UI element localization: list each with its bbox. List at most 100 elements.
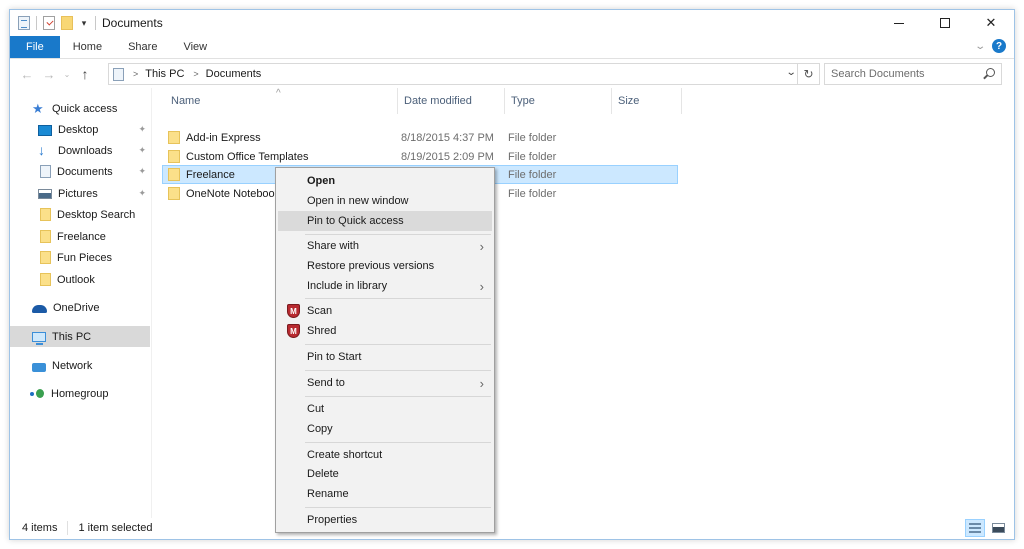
column-header-name[interactable]: Name — [162, 88, 398, 114]
column-header-type[interactable]: Type — [505, 88, 612, 114]
documents-icon — [40, 165, 51, 178]
documents-app-icon[interactable] — [18, 16, 30, 30]
file-type: File folder — [508, 150, 557, 163]
navigation-pane: ★ Quick access Desktop ✦ ↓ Downloads ✦ D… — [10, 88, 152, 518]
menu-separator — [305, 507, 491, 508]
pin-icon[interactable]: ✦ — [138, 145, 146, 156]
new-folder-icon[interactable] — [61, 16, 73, 30]
breadcrumb-separator-icon[interactable]: > — [133, 69, 138, 79]
column-header-date-modified[interactable]: Date modified — [398, 88, 505, 114]
large-icons-view-icon — [991, 523, 1005, 533]
address-bar[interactable]: > This PC > Documents ⌄ ↻ — [108, 63, 820, 85]
file-row[interactable]: Add-in Express 8/18/2015 4:37 PM File fo… — [162, 128, 678, 147]
tab-file[interactable]: File — [10, 36, 60, 58]
pin-icon[interactable]: ✦ — [138, 166, 146, 177]
up-button[interactable]: ↑ — [74, 63, 96, 85]
maximize-button[interactable] — [922, 10, 968, 36]
menu-item-cut[interactable]: Cut — [278, 399, 492, 419]
menu-item-rename[interactable]: Rename — [278, 484, 492, 504]
sidebar-item-desktop[interactable]: Desktop ✦ — [10, 119, 150, 140]
sidebar-item-fun-pieces[interactable]: Fun Pieces — [10, 247, 150, 268]
breadcrumb-separator-icon[interactable]: > — [193, 69, 198, 79]
sidebar-item-homegroup[interactable]: Homegroup — [10, 383, 150, 404]
mcafee-icon: M — [287, 304, 300, 318]
menu-item-pin-to-start[interactable]: Pin to Start — [278, 347, 492, 367]
menu-item-restore-versions[interactable]: Restore previous versions — [278, 256, 492, 276]
customize-dropdown-icon[interactable]: ▾ — [79, 18, 89, 29]
details-view-button[interactable] — [965, 519, 985, 537]
sidebar-item-quick-access[interactable]: ★ Quick access — [10, 98, 150, 119]
ribbon-tabs: File Home Share View ⌄ ? — [10, 36, 1014, 59]
menu-item-delete[interactable]: Delete — [278, 464, 492, 484]
large-icons-view-button[interactable] — [988, 519, 1008, 537]
help-icon[interactable]: ? — [992, 39, 1006, 53]
column-header-size[interactable]: Size — [612, 88, 682, 114]
menu-separator — [305, 234, 491, 235]
status-bar: 4 items 1 item selected — [10, 517, 1014, 539]
sidebar-item-desktop-search[interactable]: Desktop Search — [10, 204, 150, 225]
selection-count: 1 item selected — [78, 522, 153, 534]
tab-share[interactable]: Share — [115, 36, 170, 58]
address-dropdown-icon[interactable]: ⌄ — [785, 67, 796, 78]
menu-item-create-shortcut[interactable]: Create shortcut — [278, 445, 492, 465]
menu-item-label: Restore previous versions — [307, 260, 435, 272]
expand-ribbon-chevron-icon[interactable]: ⌄ — [974, 41, 986, 52]
sidebar-item-outlook[interactable]: Outlook — [10, 269, 150, 290]
sidebar-item-downloads[interactable]: ↓ Downloads ✦ — [10, 140, 150, 161]
title-bar[interactable]: ▾ Documents ✕ — [10, 10, 1014, 36]
tab-home[interactable]: Home — [60, 36, 115, 58]
menu-item-shred[interactable]: M Shred — [278, 321, 492, 341]
refresh-button[interactable]: ↻ — [797, 64, 819, 84]
menu-separator — [305, 396, 491, 397]
navigation-bar: ← → ⌄ ↑ > This PC > Documents ⌄ ↻ — [10, 60, 1014, 88]
file-type: File folder — [508, 187, 557, 200]
search-icon[interactable] — [986, 68, 995, 77]
recent-locations-button[interactable]: ⌄ — [60, 63, 74, 85]
menu-item-copy[interactable]: Copy — [278, 419, 492, 439]
close-icon: ✕ — [985, 15, 997, 30]
close-button[interactable]: ✕ — [968, 10, 1014, 36]
minimize-icon — [894, 22, 904, 24]
sidebar-item-pictures[interactable]: Pictures ✦ — [10, 183, 150, 204]
menu-item-send-to[interactable]: Send to › — [278, 373, 492, 393]
folder-icon — [40, 230, 51, 243]
menu-item-share-with[interactable]: Share with › — [278, 236, 492, 256]
menu-item-label: Pin to Quick access — [307, 215, 404, 227]
folder-icon — [168, 168, 180, 181]
menu-separator — [305, 370, 491, 371]
menu-item-properties[interactable]: Properties — [278, 510, 492, 530]
sidebar-item-this-pc[interactable]: This PC — [10, 326, 150, 347]
onedrive-icon — [32, 305, 47, 313]
sidebar-item-label: OneDrive — [53, 301, 100, 314]
sidebar-item-label: Homegroup — [51, 387, 109, 400]
maximize-icon — [940, 18, 950, 28]
menu-item-open[interactable]: Open — [278, 171, 492, 191]
properties-icon[interactable] — [43, 16, 55, 30]
menu-item-scan[interactable]: M Scan — [278, 301, 492, 321]
documents-location-icon — [113, 67, 124, 81]
back-button[interactable]: ← — [16, 63, 38, 85]
quick-access-toolbar: ▾ — [18, 16, 96, 30]
file-row[interactable]: Custom Office Templates 8/19/2015 2:09 P… — [162, 147, 678, 166]
forward-button[interactable]: → — [38, 63, 60, 85]
sidebar-item-network[interactable]: Network — [10, 355, 150, 376]
breadcrumb-this-pc[interactable]: This PC — [145, 68, 184, 80]
sidebar-item-freelance[interactable]: Freelance — [10, 226, 150, 247]
pin-icon[interactable]: ✦ — [138, 124, 146, 135]
file-type: File folder — [508, 168, 557, 181]
sidebar-item-onedrive[interactable]: OneDrive — [10, 297, 150, 318]
breadcrumb-documents[interactable]: Documents — [206, 68, 262, 80]
sidebar-item-label: Fun Pieces — [57, 251, 113, 264]
menu-item-include-library[interactable]: Include in library › — [278, 276, 492, 296]
search-box[interactable] — [824, 63, 1002, 85]
menu-item-pin-quick-access[interactable]: Pin to Quick access — [278, 211, 492, 231]
submenu-arrow-icon: › — [479, 375, 484, 391]
sidebar-item-documents[interactable]: Documents ✦ — [10, 161, 150, 182]
search-input[interactable] — [825, 68, 975, 80]
menu-item-label: Share with — [307, 240, 359, 252]
menu-item-open-new-window[interactable]: Open in new window — [278, 191, 492, 211]
tab-view[interactable]: View — [170, 36, 220, 58]
minimize-button[interactable] — [876, 10, 922, 36]
pin-icon[interactable]: ✦ — [138, 188, 146, 199]
desktop-icon — [38, 124, 52, 136]
